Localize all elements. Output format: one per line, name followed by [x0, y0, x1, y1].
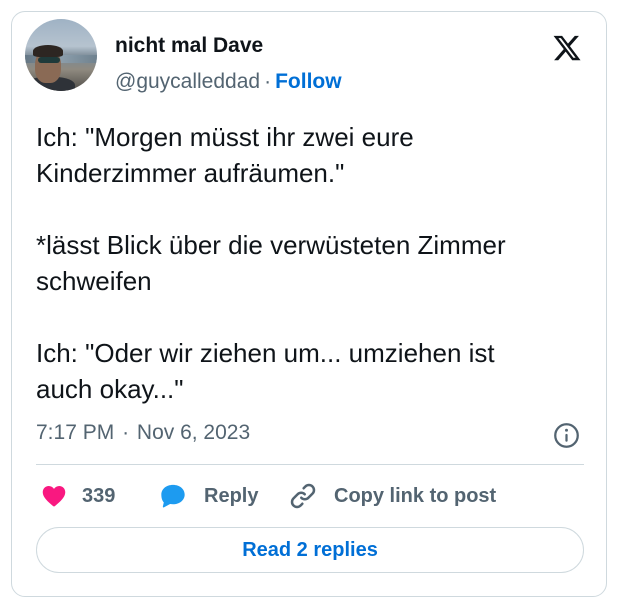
reply-label: Reply	[204, 484, 259, 507]
tweet-text-line: *lässt Blick über die verwüsteten Zimmer	[36, 230, 506, 260]
handle-separator: ·	[264, 70, 272, 93]
tweet-text-line: schweifen	[36, 266, 152, 296]
follow-button[interactable]: Follow	[275, 70, 342, 93]
info-icon[interactable]	[553, 422, 580, 449]
like-count: 339	[82, 484, 116, 507]
avatar[interactable]	[25, 19, 97, 91]
like-button[interactable]: 339	[40, 480, 115, 512]
divider	[36, 464, 584, 465]
read-replies-button[interactable]: Read 2 replies	[36, 527, 584, 573]
copy-link-label: Copy link to post	[334, 484, 497, 507]
tweet-text-blank-line	[36, 191, 596, 227]
tweet-text-line: Ich: "Oder wir ziehen um... umziehen ist	[36, 338, 495, 368]
author-handle-row: @guycalleddad · Follow	[115, 69, 342, 95]
tweet-time: 7:17 PM	[36, 421, 115, 444]
author-handle[interactable]: @guycalleddad	[115, 70, 260, 93]
tweet-date: Nov 6, 2023	[136, 421, 251, 444]
link-icon	[290, 483, 316, 509]
speech-bubble-icon	[161, 484, 185, 508]
avatar-hair	[33, 45, 63, 57]
tweet-text-line: auch okay..."	[36, 374, 184, 404]
reply-button[interactable]: Reply	[158, 480, 258, 512]
author-display-name[interactable]: nicht mal Dave	[115, 33, 263, 59]
tweet-text-blank-line	[36, 299, 596, 335]
tweet-text: Ich: "Morgen müsst ihr zwei eure Kinderz…	[36, 119, 596, 407]
tweet-text-line: Ich: "Morgen müsst ihr zwei eure	[36, 122, 414, 152]
tweet-text-line: Kinderzimmer aufräumen."	[36, 158, 345, 188]
timestamp-separator: ·	[122, 421, 130, 444]
x-logo-icon[interactable]	[551, 33, 583, 63]
avatar-sunglasses	[38, 57, 60, 63]
tweet-timestamp[interactable]: 7:17 PM · Nov 6, 2023	[36, 420, 250, 446]
copy-link-button[interactable]: Copy link to post	[288, 480, 496, 512]
heart-icon	[42, 486, 66, 507]
